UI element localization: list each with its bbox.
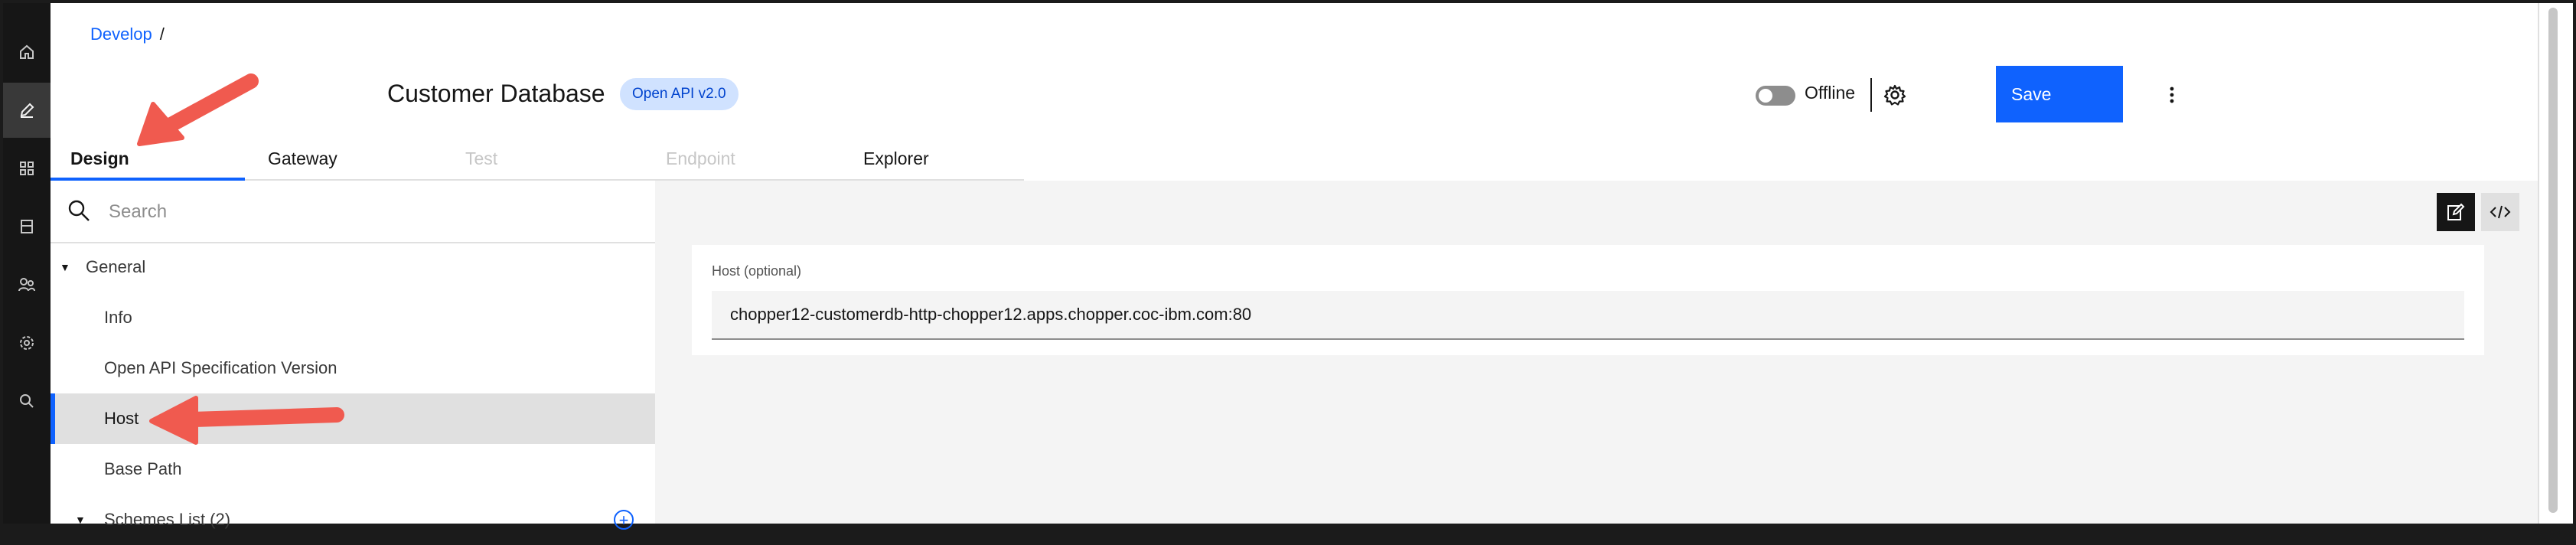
search-icon <box>68 200 90 221</box>
design-sidebar: ▼ General Info Open API Specification Ve… <box>51 181 657 530</box>
tab-test: Test <box>441 139 635 181</box>
nav-develop[interactable] <box>3 83 51 138</box>
save-button[interactable]: Save <box>1996 66 2123 122</box>
tab-gateway[interactable]: Gateway <box>245 139 441 181</box>
nav-apps[interactable] <box>3 141 51 196</box>
left-nav-rail <box>3 3 51 524</box>
host-card: Host (optional) chopper12-customerdb-htt… <box>692 245 2484 355</box>
tree-item-base-path[interactable]: Base Path <box>51 444 655 494</box>
gear-icon <box>1883 84 1906 106</box>
tree-item-info[interactable]: Info <box>51 292 655 343</box>
apps-icon <box>20 162 34 175</box>
breadcrumb: Develop / <box>90 24 165 44</box>
api-version-badge: Open API v2.0 <box>620 78 739 110</box>
nav-catalog[interactable] <box>3 199 51 254</box>
sidebar-search <box>51 181 655 243</box>
nav-search[interactable] <box>3 374 51 429</box>
form-view-button[interactable] <box>2437 193 2475 231</box>
edit-icon <box>2447 203 2465 220</box>
tree-item-host[interactable]: Host <box>51 393 655 444</box>
settings-icon <box>20 336 34 350</box>
breadcrumb-separator: / <box>159 24 165 44</box>
status-label: Offline <box>1805 83 1856 103</box>
users-icon <box>18 278 35 292</box>
annotation-arrow-host <box>149 396 344 445</box>
tree-section-label: General <box>86 257 146 276</box>
tree-item-label: Host <box>104 409 139 428</box>
header-divider <box>1870 78 1872 112</box>
search-icon <box>20 394 34 408</box>
tab-endpoint: Endpoint <box>635 139 831 181</box>
gateway-settings-button[interactable] <box>1880 80 1910 110</box>
tree-item-label: Info <box>104 308 132 327</box>
nav-users[interactable] <box>3 257 51 312</box>
annotation-arrow-design <box>137 73 259 146</box>
tree-section-general[interactable]: ▼ General <box>51 242 655 292</box>
caret-down-icon: ▼ <box>60 261 70 273</box>
caret-down-icon: ▼ <box>75 514 86 526</box>
online-toggle[interactable] <box>1756 86 1795 106</box>
window-scrollbar[interactable] <box>2538 3 2573 524</box>
overflow-menu-icon <box>2170 86 2174 103</box>
code-icon <box>2490 205 2511 219</box>
nav-settings[interactable] <box>3 315 51 370</box>
host-field-label: Host (optional) <box>712 263 802 279</box>
page-title: Customer Database <box>387 80 605 107</box>
host-input[interactable]: chopper12-customerdb-http-chopper12.apps… <box>712 291 2464 340</box>
home-icon <box>20 44 34 59</box>
tab-explorer[interactable]: Explorer <box>831 139 1024 181</box>
breadcrumb-develop-link[interactable]: Develop <box>90 24 152 44</box>
tree-item-label: Base Path <box>104 459 182 478</box>
tree-item-openapi-version[interactable]: Open API Specification Version <box>51 343 655 393</box>
search-input[interactable] <box>107 194 638 230</box>
tree-section-label: Schemes List (2) <box>104 510 231 529</box>
scrollbar-thumb[interactable] <box>2548 8 2558 513</box>
tree-section-schemes[interactable]: ▼ Schemes List (2) + <box>51 494 655 545</box>
app-window: Develop / Customer Database Open API v2.0… <box>0 0 2576 530</box>
nav-home[interactable] <box>3 24 51 80</box>
add-scheme-button[interactable]: + <box>614 510 634 530</box>
tree-item-label: Open API Specification Version <box>104 358 337 377</box>
edit-icon <box>20 103 34 118</box>
source-view-button[interactable] <box>2481 193 2519 231</box>
toggle-knob <box>1759 89 1772 103</box>
editor-main: Host (optional) chopper12-customerdb-htt… <box>655 181 2545 524</box>
overflow-menu-button[interactable] <box>2158 80 2186 110</box>
catalog-icon <box>21 220 33 233</box>
